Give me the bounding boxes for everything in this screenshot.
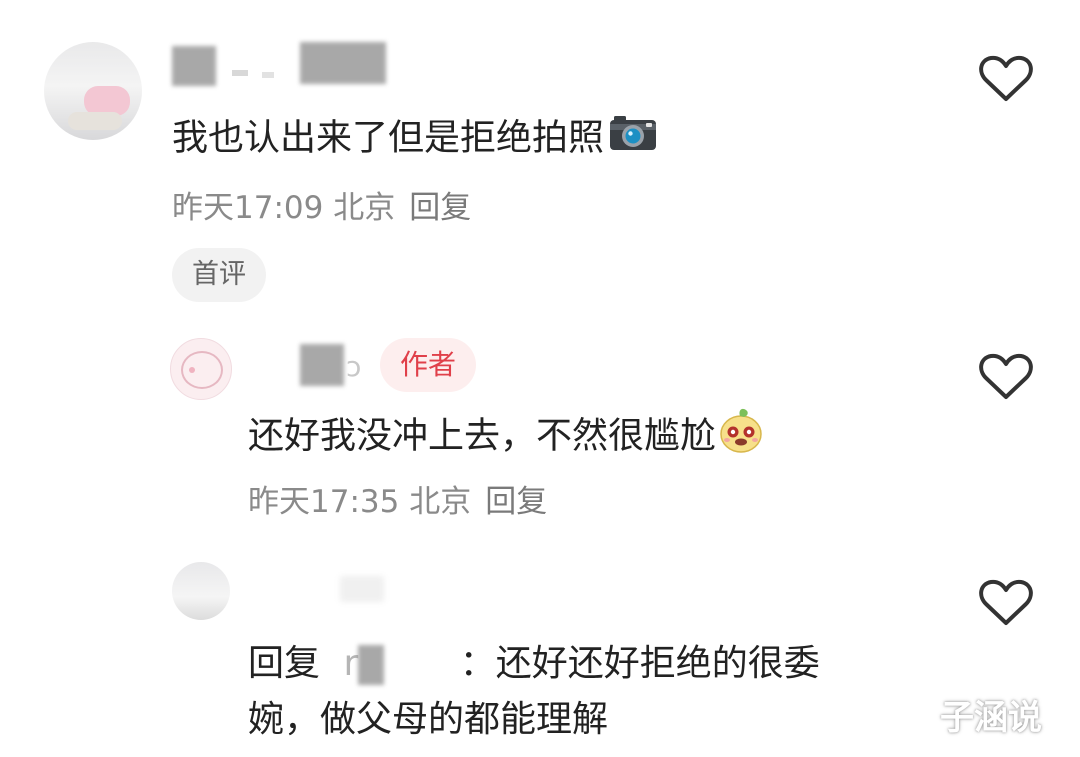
comment-meta: 昨天17:09 北京 回复 <box>172 182 471 227</box>
comment-text-body: 我也认出来了但是拒绝拍照 <box>172 117 605 159</box>
avatar-figure-base <box>68 112 122 130</box>
avatar[interactable] <box>170 338 232 400</box>
timestamp: 昨天17:35 北京 <box>248 484 472 520</box>
comment-text: 还好我没冲上去，不然很尴尬 <box>248 406 764 469</box>
timestamp: 昨天17:09 北京 <box>172 190 396 226</box>
comment-meta: 昨天17:35 北京 回复 <box>248 476 547 521</box>
comment-text-line-2: 婉，做父母的都能理解 <box>248 699 609 740</box>
heart-outline-icon[interactable] <box>978 578 1034 628</box>
watermark: 子涵说 <box>940 698 1042 738</box>
username-redacted-mark <box>262 72 274 78</box>
avatar[interactable] <box>172 562 230 620</box>
avatar[interactable] <box>44 42 142 140</box>
username-redacted <box>172 46 216 86</box>
face-emoji-icon <box>718 406 764 469</box>
reply-prefix: 回复 <box>248 643 321 684</box>
camera-icon <box>608 112 658 167</box>
username-fragment: ɔ <box>346 350 362 383</box>
comment-text: 我也认出来了但是拒绝拍照 <box>172 112 658 167</box>
reply-target-fragment[interactable]: r <box>343 643 358 684</box>
comment-text-line-1: 回复 r ：还好还好拒绝的很委 <box>248 638 820 690</box>
author-badge: 作者 <box>380 338 477 392</box>
reply-target-redacted <box>358 645 385 685</box>
reply-colon: ： <box>459 643 496 684</box>
avatar-doodle <box>181 351 223 389</box>
username-redacted <box>300 42 386 84</box>
avatar-doodle-cheek <box>189 367 195 373</box>
comment-text-body: 还好还好拒绝的很委 <box>495 643 820 684</box>
heart-outline-icon[interactable] <box>978 54 1034 104</box>
username-redacted <box>340 576 384 602</box>
first-comment-badge: 首评 <box>172 248 266 302</box>
reply-button[interactable]: 回复 <box>485 484 547 520</box>
comment-text-body: 还好我没冲上去，不然很尴尬 <box>248 415 717 457</box>
reply-button[interactable]: 回复 <box>409 190 471 226</box>
heart-outline-icon[interactable] <box>978 352 1034 402</box>
username-redacted <box>300 344 344 386</box>
username-redacted-mark <box>232 70 248 76</box>
